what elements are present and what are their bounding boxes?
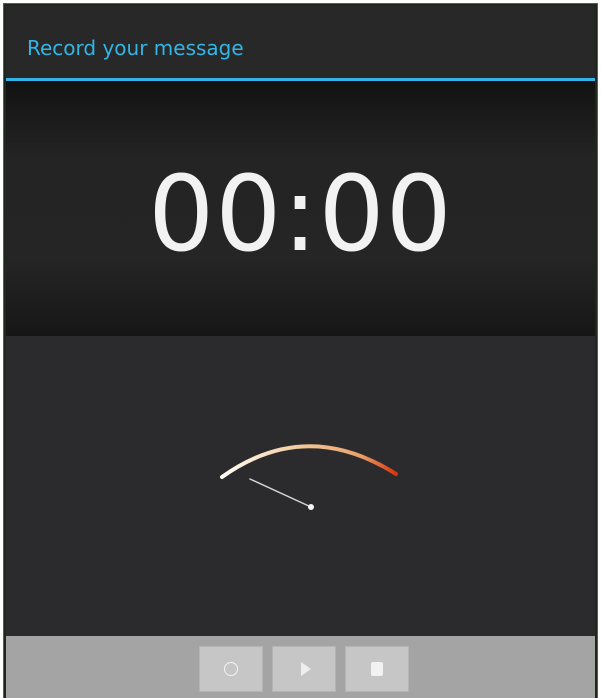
stop-icon [371,662,383,676]
vu-meter [220,444,398,510]
dialog-title-bar: Record your message [6,6,595,78]
meter-pivot [308,504,314,510]
timer-panel: 00:00 [6,81,595,336]
dialog-title: Record your message [27,36,244,60]
elapsed-time: 00:00 [148,153,453,275]
stop-button[interactable] [345,646,409,692]
playback-controls [6,636,595,698]
meter-scale-arc [220,444,398,479]
record-button[interactable] [199,646,263,692]
record-icon [224,662,238,676]
play-button[interactable] [272,646,336,692]
meter-needle [249,478,312,508]
meter-panel [6,336,595,636]
play-icon [301,662,311,676]
record-message-dialog: Record your message 00:00 [6,6,595,698]
